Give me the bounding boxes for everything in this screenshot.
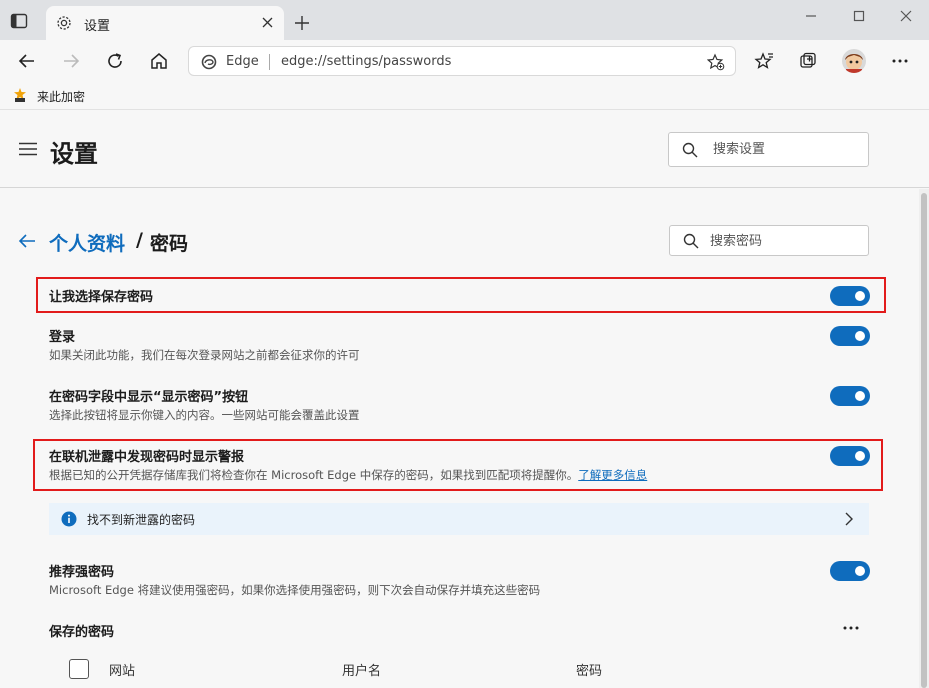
more-menu-icon[interactable]: [890, 51, 910, 71]
option-description: 根据已知的公开凭据存储库我们将检查你在 Microsoft Edge 中保存的密…: [49, 467, 647, 483]
scrollbar[interactable]: [919, 189, 929, 688]
collections-icon[interactable]: [798, 51, 818, 71]
offer-save-toggle[interactable]: [830, 286, 870, 306]
password-search-box[interactable]: [669, 225, 869, 256]
address-bar[interactable]: Edge edge://settings/passwords: [188, 46, 736, 76]
select-all-checkbox[interactable]: [69, 659, 89, 679]
option-leak-alerts: 在联机泄露中发现密码时显示警报 根据已知的公开凭据存储库我们将检查你在 Micr…: [49, 446, 870, 486]
page-title: 设置: [50, 140, 98, 168]
breadcrumb-separator: /: [136, 229, 143, 251]
address-separator: [269, 54, 270, 70]
column-header-site[interactable]: 网站: [109, 660, 135, 679]
menu-icon[interactable]: [19, 142, 37, 156]
add-favorite-icon[interactable]: [707, 53, 725, 71]
option-show-reveal-button: 在密码字段中显示“显示密码”按钮 选择此按钮将显示你键入的内容。一些网站可能会覆…: [49, 386, 870, 426]
option-sign-in: 登录 如果关闭此功能，我们在每次登录网站之前都会征求你的许可: [49, 326, 870, 366]
password-search-input[interactable]: [710, 231, 850, 251]
option-description: 选择此按钮将显示你键入的内容。一些网站可能会覆盖此设置: [49, 408, 360, 422]
breadcrumb-profile-link[interactable]: 个人资料: [49, 229, 125, 256]
profile-avatar[interactable]: [842, 49, 866, 73]
url-text[interactable]: edge://settings/passwords: [281, 54, 451, 69]
option-title: 登录: [49, 330, 76, 345]
option-title: 在联机泄露中发现密码时显示警报: [49, 450, 245, 465]
option-description: 如果关闭此功能，我们在每次登录网站之前都会征求你的许可: [49, 348, 360, 362]
title-bar: 设置: [0, 0, 929, 40]
home-icon[interactable]: [149, 51, 169, 71]
more-actions-icon[interactable]: [841, 621, 861, 635]
favorite-item-label[interactable]: 来此加密: [37, 88, 85, 105]
settings-header: 设置: [0, 110, 929, 188]
avatar-image-icon: [842, 49, 866, 73]
sign-in-toggle[interactable]: [830, 326, 870, 346]
tab-actions-icon[interactable]: [10, 12, 28, 30]
toggle-knob: [855, 391, 865, 401]
browser-toolbar: Edge edge://settings/passwords: [0, 40, 929, 82]
scrollbar-thumb[interactable]: [921, 193, 927, 688]
forward-icon[interactable]: [61, 51, 81, 71]
address-prefix: Edge: [226, 54, 259, 69]
close-window-icon[interactable]: [898, 8, 914, 24]
tab-title: 设置: [84, 19, 111, 34]
settings-search-box[interactable]: [668, 132, 869, 167]
leak-status-text: 找不到新泄露的密码: [87, 513, 196, 527]
favorite-site-icon: [14, 88, 26, 102]
option-offer-save-passwords: 让我选择保存密码: [49, 286, 870, 308]
info-icon: [61, 511, 77, 527]
close-tab-icon[interactable]: [261, 16, 274, 29]
toggle-knob: [855, 331, 865, 341]
suggest-strong-toggle[interactable]: [830, 561, 870, 581]
passwords-table-header: 网站 用户名 密码: [49, 657, 869, 681]
option-suggest-strong: 推荐强密码 Microsoft Edge 将建议使用强密码，如果你选择使用强密码…: [49, 561, 870, 601]
settings-content: 个人资料 / 密码 让我选择保存密码 登录 如果关闭此功能，我们在每次登录网站之…: [0, 189, 919, 688]
option-description: Microsoft Edge 将建议使用强密码，如果你选择使用强密码，则下次会自…: [49, 583, 541, 597]
chevron-right-icon: [845, 512, 853, 526]
saved-passwords-title: 保存的密码: [49, 625, 115, 640]
learn-more-link[interactable]: 了解更多信息: [578, 468, 647, 482]
refresh-icon[interactable]: [105, 51, 125, 71]
favorites-bar: 来此加密: [0, 82, 929, 110]
gear-icon: [57, 16, 71, 30]
option-title: 让我选择保存密码: [49, 290, 154, 305]
favorites-icon[interactable]: [754, 51, 774, 71]
tab-settings[interactable]: 设置: [46, 6, 284, 40]
leak-status-bar[interactable]: 找不到新泄露的密码: [49, 503, 869, 535]
leak-alerts-toggle[interactable]: [830, 446, 870, 466]
toggle-knob: [855, 451, 865, 461]
back-icon[interactable]: [17, 51, 37, 71]
reveal-button-toggle[interactable]: [830, 386, 870, 406]
edge-logo-icon: [201, 54, 217, 70]
new-tab-icon[interactable]: [294, 15, 310, 31]
minimize-icon[interactable]: [803, 8, 819, 24]
option-title: 推荐强密码: [49, 565, 115, 580]
column-header-username[interactable]: 用户名: [342, 660, 381, 679]
back-arrow-icon[interactable]: [18, 233, 36, 249]
toggle-knob: [855, 566, 865, 576]
column-header-password[interactable]: 密码: [576, 660, 602, 679]
breadcrumb-current: 密码: [150, 233, 189, 255]
option-title: 在密码字段中显示“显示密码”按钮: [49, 390, 249, 405]
search-icon: [682, 142, 698, 158]
toggle-knob: [855, 291, 865, 301]
option-description-text: 根据已知的公开凭据存储库我们将检查你在 Microsoft Edge 中保存的密…: [49, 468, 579, 482]
search-icon: [683, 233, 699, 249]
maximize-icon[interactable]: [851, 8, 867, 24]
settings-search-input[interactable]: [713, 139, 853, 159]
